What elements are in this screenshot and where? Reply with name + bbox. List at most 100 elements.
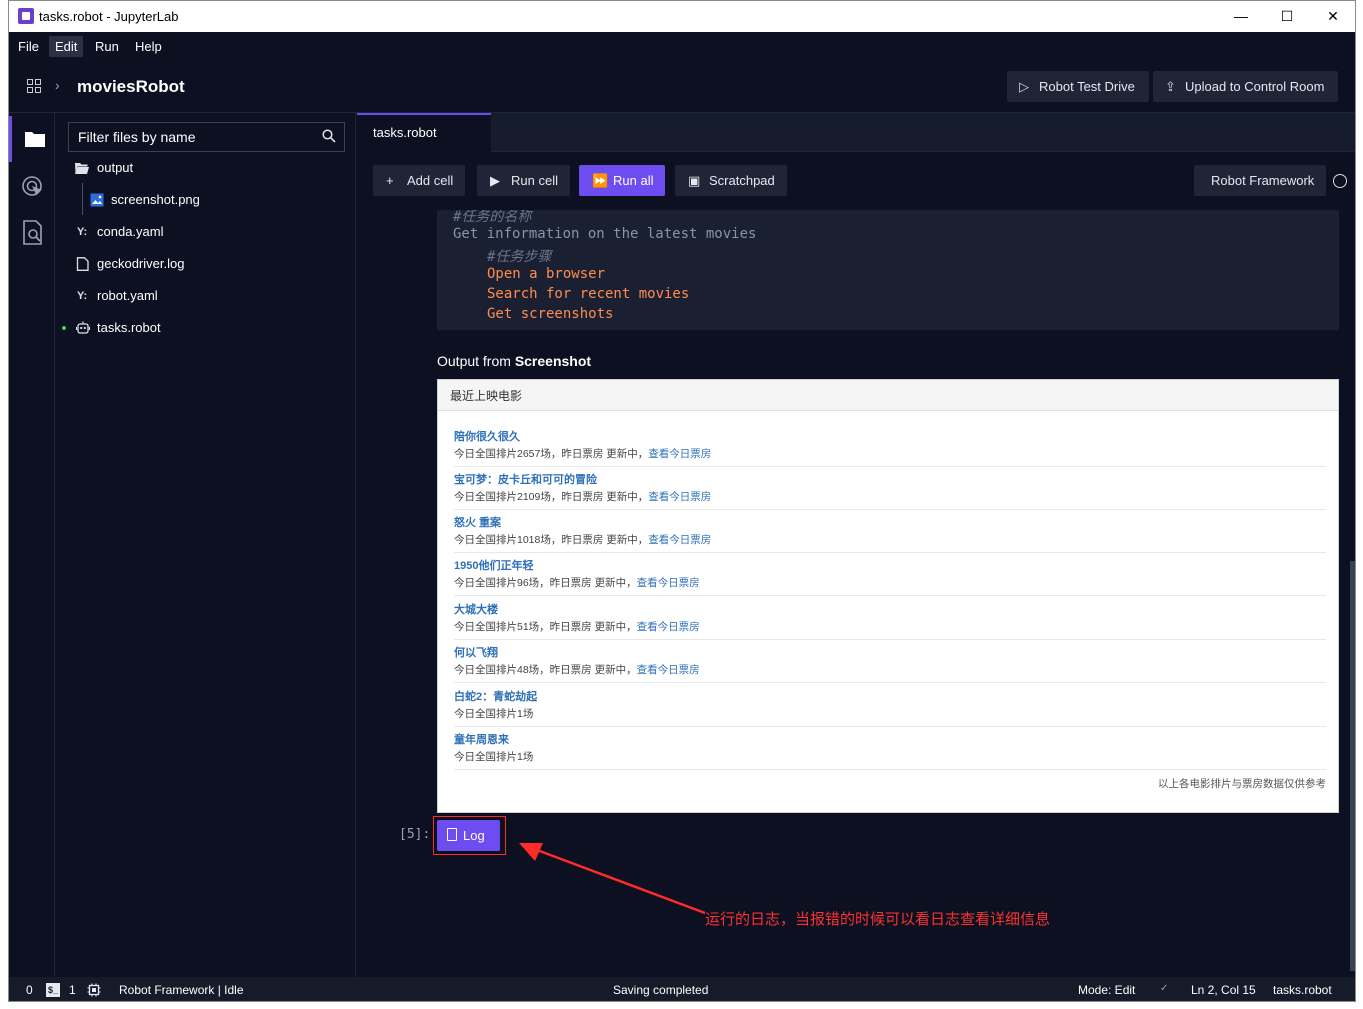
movie-item: 何以飞翔 今日全国排片48场，昨日票房 更新中，查看今日票房 (454, 640, 1326, 683)
tab-tasks-robot[interactable]: tasks.robot (357, 113, 491, 152)
scratchpad-button[interactable]: ▣ Scratchpad (675, 165, 787, 196)
maximize-button[interactable]: ☐ (1264, 5, 1310, 27)
menu-file[interactable]: File (14, 39, 43, 54)
title-bar: tasks.robot - JupyterLab — ☐ ✕ (9, 1, 1355, 32)
robot-test-drive-button[interactable]: ▷ Robot Test Drive (1007, 71, 1149, 102)
movie-detail-text: 今日全国排片2657场，昨日票房 更新中， (454, 448, 649, 460)
jupyterlab-app-icon (18, 8, 34, 24)
code-line: #任务的名称 (453, 210, 532, 225)
activity-robot-locators[interactable] (9, 162, 55, 208)
kernel-name-button[interactable]: Robot Framework (1194, 165, 1327, 196)
target-cursor-icon (22, 176, 42, 196)
status-bar: 0 $_ 1 Robot Framework | Idle Saving com… (9, 977, 1355, 1001)
code-line: Search for recent movies (487, 286, 690, 302)
movie-title: 童年周恩来 (454, 734, 509, 746)
menu-run[interactable]: Run (91, 39, 123, 54)
output-label-prefix: Output from (437, 353, 515, 369)
data-disclaimer: 以上各电影排片与票房数据仅供参考 (1158, 778, 1326, 790)
movie-boxoffice-link: 查看今日票房 (648, 534, 712, 546)
terminal-status-icon: $_ (46, 983, 60, 997)
movie-item: 童年周恩来 今日全国排片1场 (454, 727, 1326, 770)
status-count-b[interactable]: 1 (69, 983, 76, 997)
movie-detail: 今日全国排片1场 (454, 708, 534, 720)
file-item-output[interactable]: output (56, 152, 356, 184)
document-search-icon (23, 220, 42, 245)
menu-bar: File Edit Run Help (9, 32, 1355, 61)
close-button[interactable]: ✕ (1310, 5, 1355, 27)
movie-detail: 今日全国排片51场，昨日票房 更新中，查看今日票房 (454, 619, 700, 634)
file-icon (76, 257, 89, 271)
file-item-robot-yaml[interactable]: Y: robot.yaml (56, 280, 356, 312)
yaml-icon: Y: (77, 290, 88, 302)
run-all-label: Run all (613, 173, 654, 188)
vertical-scrollbar[interactable] (1350, 561, 1355, 971)
movie-detail: 今日全国排片1018场，昨日票房 更新中，查看今日票房 (454, 532, 711, 547)
code-line: #任务步骤 (487, 249, 552, 265)
movie-item: 宝可梦：皮卡丘和可可的冒险 今日全国排片2109场，昨日票房 更新中，查看今日票… (454, 467, 1326, 510)
file-item-conda-yaml[interactable]: Y: conda.yaml (56, 216, 356, 248)
annotation-arrow-icon (519, 843, 706, 915)
add-cell-button[interactable]: + Add cell (373, 165, 466, 196)
status-count-a[interactable]: 0 (26, 983, 33, 997)
movie-detail: 今日全国排片2109场，昨日票房 更新中，查看今日票房 (454, 489, 711, 504)
minimize-button[interactable]: — (1218, 5, 1264, 27)
add-cell-label: Add cell (407, 173, 454, 188)
cell-execution-prompt: [5]: (399, 827, 431, 842)
movie-boxoffice-link: 查看今日票房 (648, 491, 712, 503)
log-button[interactable]: Log (437, 820, 500, 851)
robot-icon (76, 321, 90, 334)
file-browser-panel: output screenshot.png Y: conda.yaml geck… (56, 113, 356, 977)
file-name: conda.yaml (97, 224, 164, 239)
app-header: › moviesRobot ▷ Robot Test Drive ⇪ Uploa… (9, 61, 1355, 113)
movie-detail-text: 今日全国排片2109场，昨日票房 更新中， (454, 491, 649, 503)
movie-title: 大城大楼 (454, 604, 498, 616)
kernel-status[interactable]: Robot Framework | Idle (119, 983, 244, 997)
upload-control-room-button[interactable]: ⇪ Upload to Control Room (1153, 71, 1339, 102)
plus-icon: + (386, 173, 394, 188)
notebook-toolbar: + Add cell ▶ Run cell ⏩ Run all ▣ Scratc… (357, 152, 1355, 210)
movie-detail: 今日全国排片48场，昨日票房 更新中，查看今日票房 (454, 662, 700, 677)
log-button-label: Log (463, 828, 485, 843)
play-icon: ▶ (490, 173, 500, 188)
movie-title: 何以飞翔 (454, 647, 498, 659)
cursor-position[interactable]: Ln 2, Col 15 (1191, 983, 1256, 997)
run-cell-button[interactable]: ▶ Run cell (477, 165, 570, 196)
menu-edit[interactable]: Edit (49, 36, 84, 57)
run-all-button[interactable]: ⏩ Run all (579, 165, 666, 196)
window-title: tasks.robot - JupyterLab (39, 9, 179, 24)
filter-files-input[interactable] (69, 123, 319, 151)
kernel-status-circle-icon (1333, 174, 1347, 188)
project-title: moviesRobot (77, 77, 185, 96)
file-name: tasks.robot (97, 320, 161, 335)
movie-item: 1950他们正年轻 今日全国排片96场，昨日票房 更新中，查看今日票房 (454, 553, 1326, 596)
code-cell[interactable]: #任务的名称 Get information on the latest mov… (437, 210, 1339, 330)
movie-boxoffice-link: 查看今日票房 (636, 621, 700, 633)
file-item-geckodriver-log[interactable]: geckodriver.log (56, 248, 356, 280)
screenshot-output-image: 最近上映电影 陪你很久很久 今日全国排片2657场，昨日票房 更新中，查看今日票… (437, 379, 1339, 813)
activity-inspector[interactable] (9, 208, 55, 254)
upload-icon: ⇪ (1165, 79, 1176, 94)
movie-detail-text: 今日全国排片96场，昨日票房 更新中， (454, 577, 637, 589)
movie-title: 白蛇2：青蛇劫起 (454, 691, 538, 703)
robot-test-drive-label: Robot Test Drive (1039, 79, 1135, 94)
menu-help[interactable]: Help (131, 39, 166, 54)
movie-title: 1950他们正年轻 (454, 560, 534, 572)
file-item-tasks-robot[interactable]: tasks.robot (56, 312, 356, 344)
file-name: output (97, 160, 134, 175)
movie-title: 陪你很久很久 (454, 431, 520, 443)
movie-boxoffice-link: 查看今日票房 (648, 448, 712, 460)
apps-grid-icon[interactable] (27, 79, 41, 93)
image-icon (90, 193, 104, 207)
breadcrumb-chevron-icon: › (55, 77, 60, 93)
file-name: robot.yaml (97, 288, 158, 303)
movie-item: 大城大楼 今日全国排片51场，昨日票房 更新中，查看今日票房 (454, 597, 1326, 640)
activity-file-browser[interactable] (9, 116, 55, 162)
output-label-name: Screenshot (514, 353, 592, 369)
movie-boxoffice-link: 查看今日票房 (636, 577, 700, 589)
file-item-screenshot[interactable]: screenshot.png (56, 184, 356, 216)
mode-status[interactable]: Mode: Edit (1078, 983, 1135, 997)
filter-box (68, 122, 345, 152)
log-highlight-box: Log (433, 816, 506, 855)
movie-detail-text: 今日全国排片1018场，昨日票房 更新中， (454, 534, 649, 546)
scratchpad-label: Scratchpad (709, 173, 775, 188)
